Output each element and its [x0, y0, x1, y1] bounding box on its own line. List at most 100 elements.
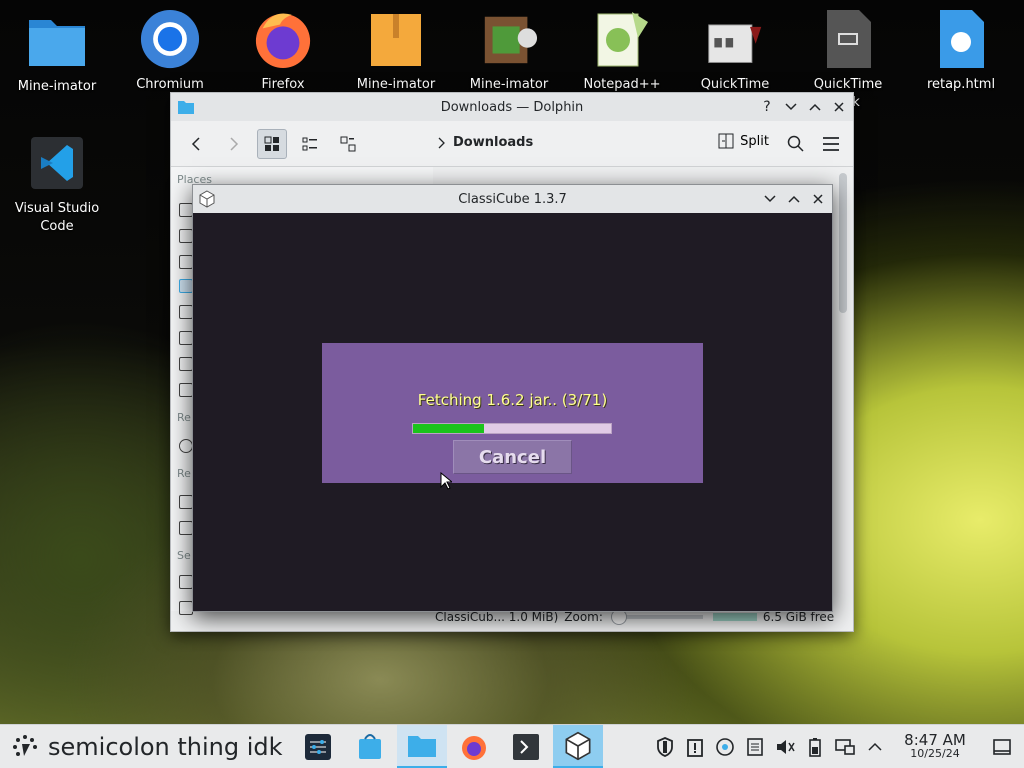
hamburger-menu-icon[interactable]: [823, 136, 839, 155]
folder-icon: [408, 735, 436, 757]
application-launcher[interactable]: semicolon thing idk: [0, 725, 295, 768]
documents-search-icon[interactable]: [179, 575, 193, 589]
close-button[interactable]: [831, 99, 847, 115]
recent-locations-icon[interactable]: [179, 521, 193, 535]
clock-time: 8:47 AM: [904, 731, 966, 749]
task-firefox[interactable]: [449, 725, 499, 768]
dolphin-titlebar[interactable]: Downloads — Dolphin ?: [171, 93, 853, 121]
music-icon[interactable]: [179, 305, 193, 319]
breadcrumb[interactable]: Downloads: [437, 135, 533, 150]
vertical-scrollbar[interactable]: [839, 173, 847, 313]
icons-view-button[interactable]: [257, 128, 287, 159]
folder-icon: [27, 10, 87, 72]
classicube-icon: [565, 731, 591, 760]
trash-icon[interactable]: [179, 383, 193, 397]
section-recent: Re: [177, 467, 191, 480]
classicube-content: Fetching 1.6.2 jar.. (3/71) Cancel: [193, 213, 832, 611]
system-tray: 8:47 AM 10/25/24: [650, 725, 1024, 768]
help-button[interactable]: ?: [759, 99, 775, 115]
desktop-icon-firefox[interactable]: Firefox: [231, 8, 335, 94]
compact-view-button[interactable]: [333, 129, 363, 159]
recent-files-icon[interactable]: [179, 495, 193, 509]
split-button[interactable]: Split: [718, 133, 769, 149]
breadcrumb-current[interactable]: Downloads: [453, 135, 533, 150]
shortcut-file-icon: [818, 8, 878, 70]
task-konsole[interactable]: [501, 725, 551, 768]
clock-date: 10/25/24: [910, 747, 960, 760]
classicube-window[interactable]: ClassiCube 1.3.7 Fetching 1.6.2 jar.. (3…: [192, 184, 833, 612]
notes-icon[interactable]: [740, 725, 770, 768]
desktop-icon-label: Visual Studio: [14, 201, 100, 216]
pictures-icon[interactable]: [179, 331, 193, 345]
selection-info: ClassiCub... 1.0 MiB): [435, 610, 559, 624]
fetch-status-text: Fetching 1.6.2 jar.. (3/71): [417, 391, 608, 409]
desktop-icon-label-line2: Code: [40, 219, 74, 234]
forward-button[interactable]: [219, 129, 249, 159]
notepadpp-icon: [592, 8, 652, 70]
task-classicube[interactable]: [553, 725, 603, 768]
dolphin-window-title: Downloads — Dolphin: [440, 99, 584, 115]
desktop-icon-label: retap.html: [926, 77, 996, 92]
minimize-button[interactable]: [783, 99, 799, 115]
battery-icon[interactable]: [800, 725, 830, 768]
desktop-icon-mine-imator-folder[interactable]: Mine-imator: [5, 10, 109, 96]
fetch-progress-fill: [413, 424, 485, 433]
firefox-icon: [462, 736, 486, 760]
desktop-icon-quicktime[interactable]: QuickTime: [683, 8, 787, 94]
network-icon[interactable]: [179, 439, 193, 453]
minimize-button[interactable]: [762, 191, 778, 207]
task-dolphin[interactable]: [397, 725, 447, 768]
maximize-button[interactable]: [786, 191, 802, 207]
chevron-right-icon: [438, 137, 445, 148]
desktop-icon-notepadpp[interactable]: Notepad++: [570, 8, 674, 94]
launcher-icon: [13, 734, 37, 756]
zoom-slider[interactable]: [611, 609, 703, 625]
back-button[interactable]: [181, 129, 211, 159]
classicube-window-title: ClassiCube 1.3.7: [458, 191, 567, 207]
taskbar: semicolon thing idk 8:47 AM 10/25/24: [0, 724, 1024, 768]
task-discover[interactable]: [345, 725, 395, 768]
discover-store-icon: [359, 734, 381, 759]
section-remote: Re: [177, 411, 191, 424]
videos-icon[interactable]: [179, 357, 193, 371]
task-system-settings[interactable]: [293, 725, 343, 768]
split-icon: [718, 133, 734, 149]
show-desktop-icon[interactable]: [980, 725, 1024, 768]
zoom-label: Zoom:: [564, 610, 603, 624]
digital-clock[interactable]: 8:47 AM 10/25/24: [890, 733, 980, 761]
desktop-icon-retap-html[interactable]: retap.html: [909, 8, 1013, 94]
shield-icon[interactable]: [650, 725, 680, 768]
maximize-button[interactable]: [807, 99, 823, 115]
archive-icon: [366, 8, 426, 70]
vscode-icon: [27, 132, 87, 194]
documents-icon[interactable]: [179, 255, 193, 269]
quicktime-icon: [705, 8, 765, 70]
launcher-label: semicolon thing idk: [48, 732, 283, 761]
desktop-icon-mine-imator-app[interactable]: Mine-imator: [457, 8, 561, 94]
fetch-progress-bar: [412, 423, 612, 434]
images-search-icon[interactable]: [179, 601, 193, 615]
section-search: Se: [177, 549, 191, 562]
desktop-place-icon[interactable]: [179, 229, 193, 243]
desktop-icon-chromium[interactable]: Chromium: [118, 8, 222, 94]
terminal-icon: [513, 734, 539, 760]
close-button[interactable]: [810, 191, 826, 207]
search-icon[interactable]: [787, 135, 805, 157]
clipboard-icon[interactable]: [680, 725, 710, 768]
free-space-label: 6.5 GiB free: [762, 610, 835, 624]
details-view-button[interactable]: [295, 129, 325, 159]
volume-muted-icon[interactable]: [770, 725, 800, 768]
mouse-cursor-icon: [440, 472, 452, 490]
split-label: Split: [740, 133, 769, 149]
update-notifier-icon[interactable]: [710, 725, 740, 768]
firefox-icon: [253, 8, 313, 70]
desktop-icon-vscode[interactable]: Visual Studio Code: [5, 132, 109, 236]
chromium-icon: [140, 8, 200, 70]
home-icon[interactable]: [179, 203, 193, 217]
network-icon[interactable]: [830, 725, 860, 768]
chevron-up-icon[interactable]: [860, 725, 890, 768]
cancel-button[interactable]: Cancel: [453, 440, 572, 474]
downloads-icon[interactable]: [179, 279, 193, 293]
classicube-titlebar[interactable]: ClassiCube 1.3.7: [193, 185, 832, 213]
settings-icon: [305, 734, 331, 760]
